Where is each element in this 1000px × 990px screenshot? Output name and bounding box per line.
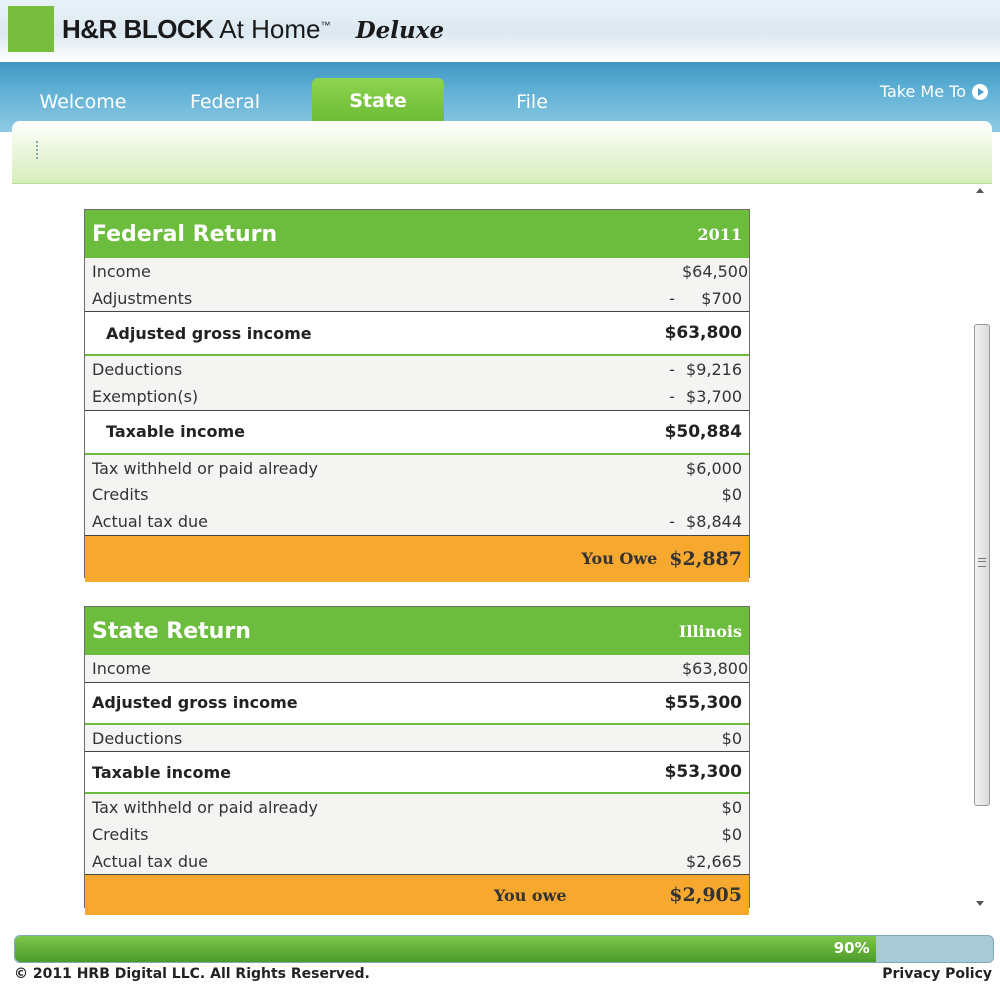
progress-fill: 90% — [15, 936, 876, 962]
progress-percent: 90% — [833, 939, 870, 957]
grip-handle-icon[interactable] — [36, 141, 40, 159]
brand-logo: H&R BLOCK At Home™ Deluxe — [62, 14, 444, 45]
row-label: Adjusted gross income — [92, 693, 298, 713]
row-value: $6,000 — [686, 458, 742, 478]
brand-subname: At Home — [219, 14, 321, 44]
app-header: H&R BLOCK At Home™ Deluxe — [0, 0, 1000, 62]
state-row-deductions: Deductions $0 — [85, 724, 749, 752]
state-row-withheld: Tax withheld or paid already $0 — [85, 794, 749, 822]
row-value: $55,300 — [664, 692, 742, 713]
federal-row-income: Income $64,500 — [85, 258, 749, 285]
federal-row-withheld: Tax withheld or paid already $6,000 — [85, 454, 749, 482]
federal-title: Federal Return — [92, 221, 278, 247]
row-label: Income — [92, 658, 151, 678]
row-sign: - — [669, 360, 675, 380]
state-agi-row: Adjusted gross income $55,300 — [85, 681, 749, 725]
federal-row-credits: Credits $0 — [85, 481, 749, 509]
scroll-down-arrow-icon[interactable] — [976, 901, 984, 906]
owe-label: You Owe — [581, 549, 658, 569]
row-label: Tax withheld or paid already — [92, 798, 318, 818]
privacy-policy-link[interactable]: Privacy Policy — [882, 966, 992, 982]
federal-owe-row: You Owe $2,887 — [85, 534, 749, 582]
tab-file[interactable]: File — [486, 82, 578, 122]
tab-welcome[interactable]: Welcome — [28, 82, 138, 122]
federal-row-adjustments: Adjustments - $700 — [85, 284, 749, 312]
row-value: $9,216 — [686, 360, 742, 380]
state-return-card: State Return Illinois Income $63,800 Adj… — [84, 606, 750, 916]
row-value: $2,665 — [686, 851, 742, 871]
row-label: Income — [92, 261, 151, 281]
progress-bar: 90% — [14, 935, 994, 963]
brand-name: H&R BLOCK — [62, 14, 214, 44]
row-label: Actual tax due — [92, 851, 208, 871]
trademark: ™ — [320, 20, 331, 32]
row-value: $3,700 — [686, 386, 742, 406]
state-row-income: Income $63,800 — [85, 655, 749, 682]
row-label: Deductions — [92, 728, 183, 748]
row-value: $8,844 — [686, 511, 742, 531]
row-value: $700 — [701, 288, 742, 308]
row-value: $0 — [721, 798, 742, 818]
row-value: $64,500 — [682, 261, 749, 281]
state-header: State Return Illinois — [85, 607, 749, 655]
row-value: $50,884 — [664, 421, 742, 442]
state-row-credits: Credits $0 — [85, 821, 749, 848]
row-label: Actual tax due — [92, 511, 208, 531]
row-label: Tax withheld or paid already — [92, 458, 318, 478]
copyright-text: © 2011 HRB Digital LLC. All Rights Reser… — [14, 966, 370, 982]
federal-agi-row: Adjusted gross income $63,800 — [85, 311, 749, 357]
main-panel: Federal Return 2011 Income $64,500 Adjus… — [12, 121, 992, 924]
row-label: Credits — [92, 485, 149, 505]
federal-header: Federal Return 2011 — [85, 210, 749, 258]
tab-federal[interactable]: Federal — [172, 82, 278, 122]
federal-row-deductions: Deductions - $9,216 — [85, 356, 749, 384]
state-taxable-row: Taxable income $53,300 — [85, 751, 749, 795]
row-label: Adjusted gross income — [106, 323, 312, 343]
row-label: Taxable income — [92, 762, 231, 782]
owe-value: $2,887 — [669, 547, 742, 570]
row-label: Deductions — [92, 360, 183, 380]
federal-taxable-row: Taxable income $50,884 — [85, 409, 749, 455]
row-value: $53,300 — [664, 762, 742, 783]
scrollbar-thumb[interactable] — [974, 324, 990, 806]
row-label: Exemption(s) — [92, 386, 199, 406]
federal-row-exemptions: Exemption(s) - $3,700 — [85, 383, 749, 410]
take-me-to-button[interactable]: Take Me To — [880, 82, 988, 101]
row-sign: - — [669, 288, 675, 308]
row-label: Taxable income — [106, 422, 245, 442]
row-value: $63,800 — [664, 323, 742, 344]
grip-lines-icon — [978, 558, 986, 567]
scroll-up-arrow-icon[interactable] — [976, 188, 984, 193]
owe-value: $2,905 — [669, 884, 742, 907]
state-title: State Return — [92, 618, 251, 644]
row-value: $0 — [721, 824, 742, 844]
state-name: Illinois — [678, 621, 742, 641]
tax-year: 2011 — [697, 224, 742, 244]
row-value: $0 — [721, 485, 742, 505]
take-me-to-label: Take Me To — [879, 82, 966, 101]
state-row-tax-due: Actual tax due $2,665 — [85, 847, 749, 875]
row-sign: - — [669, 386, 675, 406]
owe-label: You owe — [494, 885, 567, 905]
arrow-right-circle-icon — [972, 83, 988, 100]
row-value: $0 — [721, 728, 742, 748]
federal-return-card: Federal Return 2011 Income $64,500 Adjus… — [84, 209, 750, 582]
product-name: Deluxe — [355, 17, 445, 44]
federal-row-tax-due: Actual tax due - $8,844 — [85, 508, 749, 535]
row-sign: - — [669, 511, 675, 531]
row-value: $63,800 — [682, 658, 749, 678]
toolbar — [12, 121, 992, 184]
row-label: Credits — [92, 824, 149, 844]
row-label: Adjustments — [92, 288, 193, 308]
state-owe-row: You owe $2,905 — [85, 874, 749, 916]
vertical-scrollbar[interactable] — [972, 184, 992, 924]
tab-state[interactable]: State — [312, 78, 444, 122]
logo-icon — [8, 6, 54, 52]
